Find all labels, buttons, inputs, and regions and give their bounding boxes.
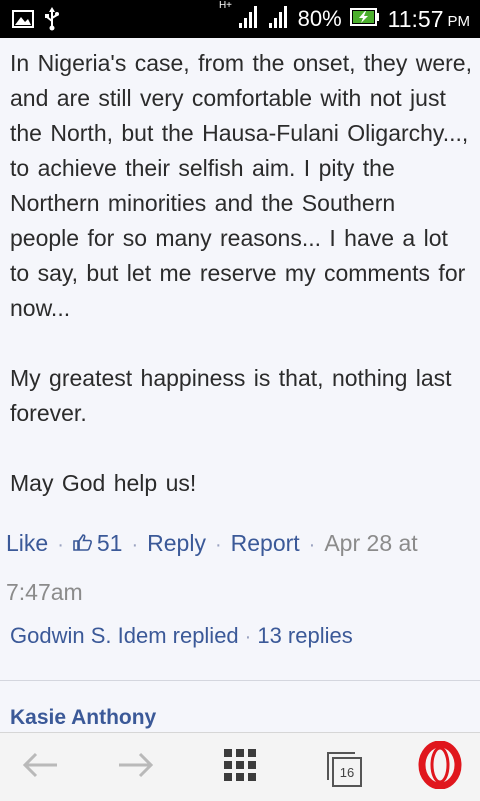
- replies-count[interactable]: 13 replies: [257, 623, 352, 648]
- like-count[interactable]: 51: [73, 520, 123, 567]
- signal-icon: [268, 5, 290, 34]
- like-count-value: 51: [96, 530, 123, 556]
- speed-dial-button[interactable]: [200, 733, 280, 801]
- comment-actions: Like · 51 · Reply · Report · Apr 28 at 7:47am: [6, 520, 470, 616]
- like-link[interactable]: Like: [6, 530, 48, 556]
- status-bar: H+ 80% 11:57 PM: [0, 0, 480, 38]
- thumbs-up-icon: [73, 520, 93, 567]
- comment-paragraph: May God help us!: [10, 470, 197, 496]
- opera-menu-icon: [418, 740, 462, 793]
- comment-paragraph: My greatest happiness is that, nothing l…: [10, 365, 452, 426]
- comment-thread: In Nigeria's case, from the onset, they …: [0, 38, 480, 732]
- replied-by[interactable]: Godwin S. Idem replied: [10, 623, 239, 648]
- back-arrow-icon: [21, 752, 59, 782]
- report-link[interactable]: Report: [231, 530, 300, 556]
- image-icon: [12, 9, 34, 33]
- comment-body: In Nigeria's case, from the onset, they …: [10, 46, 472, 501]
- comment-paragraph: In Nigeria's case, from the onset, they …: [10, 50, 472, 321]
- forward-arrow-icon: [117, 752, 155, 782]
- usb-icon: [44, 7, 60, 35]
- speed-dial-icon: [222, 747, 258, 787]
- tabs-icon: 16: [327, 752, 362, 787]
- divider: [0, 680, 480, 681]
- network-type: H+: [218, 0, 232, 11]
- battery-percent: 80%: [297, 6, 342, 31]
- back-button[interactable]: [0, 733, 80, 801]
- reply-link[interactable]: Reply: [147, 530, 206, 556]
- clock-time: 11:57: [387, 5, 444, 32]
- comment-timestamp[interactable]: Apr 28 at 7:47am: [6, 530, 418, 605]
- battery-charging-icon: [349, 7, 380, 31]
- signal-icon: [238, 5, 260, 34]
- comment-author[interactable]: Kasie Anthony: [10, 706, 156, 730]
- tab-count: 16: [332, 757, 362, 787]
- tabs-button[interactable]: 16: [302, 733, 382, 801]
- browser-toolbar: 16: [0, 732, 480, 801]
- forward-button[interactable]: [96, 733, 176, 801]
- clock-ampm: PM: [447, 12, 471, 30]
- replies-summary[interactable]: Godwin S. Idem replied · 13 replies: [10, 623, 353, 649]
- opera-menu-button[interactable]: [400, 733, 480, 801]
